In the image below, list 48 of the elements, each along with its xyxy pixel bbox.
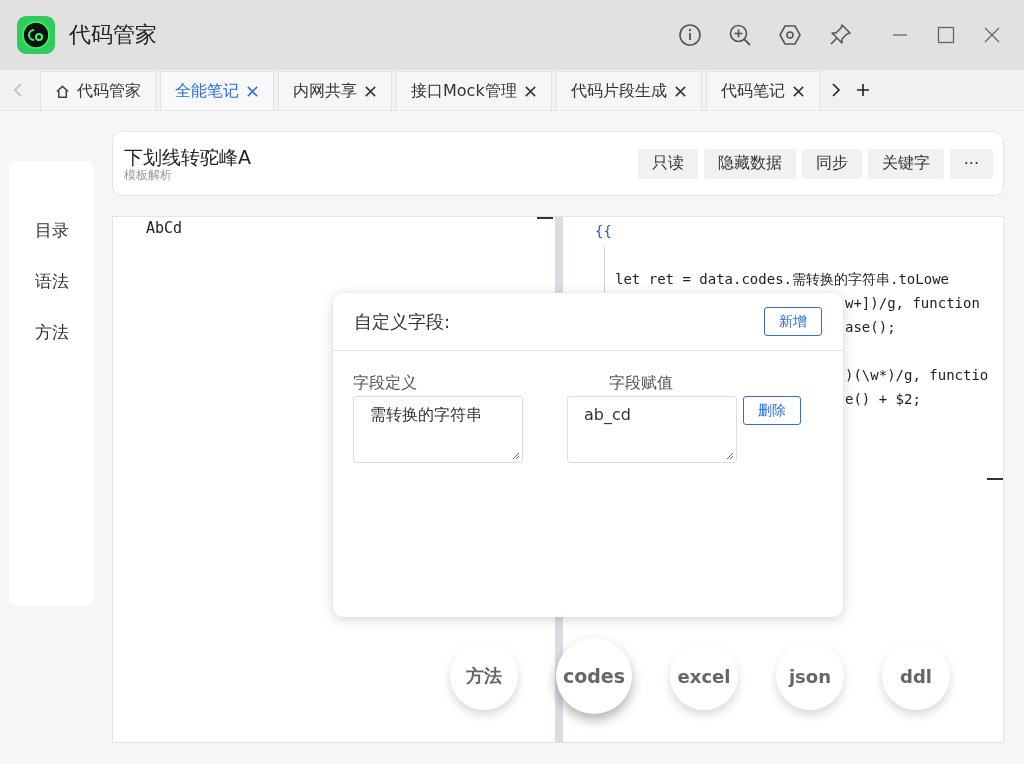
resize-grip-icon[interactable] bbox=[724, 450, 734, 460]
window-title: 代码管家 bbox=[69, 21, 157, 49]
code-line: let ret = data.codes.需转换的字符串.toLowe bbox=[615, 271, 949, 287]
resize-grip-icon[interactable] bbox=[510, 450, 520, 460]
tab[interactable]: 全能笔记 bbox=[160, 71, 274, 110]
code-line: {{ bbox=[595, 223, 612, 239]
scroll-marker bbox=[537, 217, 553, 219]
chevron-right-icon[interactable] bbox=[829, 82, 842, 98]
toolbar-button[interactable]: 隐藏数据 bbox=[703, 148, 796, 179]
field-label: 字段赋值 bbox=[608, 373, 674, 394]
settings-icon[interactable] bbox=[778, 23, 802, 47]
tab[interactable]: 内网共享 bbox=[278, 71, 392, 110]
sidebar-item[interactable]: 方法 bbox=[34, 321, 69, 344]
toolbar-button[interactable]: 关键字 bbox=[867, 148, 944, 179]
code-line: e() + $2; bbox=[845, 391, 921, 407]
note-subtitle: 模板解析 bbox=[124, 167, 173, 182]
code-line: AbCd bbox=[146, 219, 184, 237]
toolbar-button[interactable]: ··· bbox=[949, 148, 993, 179]
scroll-marker bbox=[987, 478, 1003, 480]
add-tab-icon[interactable] bbox=[855, 83, 870, 97]
sidebar-item[interactable]: 目录 bbox=[34, 219, 69, 242]
dialog-title: 自定义字段: bbox=[354, 309, 451, 334]
close-icon[interactable] bbox=[673, 84, 687, 98]
delete-button[interactable]: 删除 bbox=[743, 396, 801, 425]
tab[interactable]: 代码管家 bbox=[40, 71, 156, 110]
app-logo-icon bbox=[17, 16, 55, 54]
toolbar-button[interactable]: 同步 bbox=[801, 148, 862, 179]
close-icon[interactable] bbox=[791, 84, 805, 98]
code-line: )(\w*)/g, functio bbox=[845, 367, 989, 383]
text-area[interactable]: 需转换的字符串 bbox=[353, 396, 523, 463]
text-area[interactable]: ab_cd bbox=[567, 396, 737, 463]
code-line: ase(); bbox=[845, 319, 896, 335]
sidebar-item[interactable]: 语法 bbox=[34, 270, 69, 293]
close-icon[interactable] bbox=[364, 84, 377, 98]
tab[interactable]: 代码笔记 bbox=[705, 71, 820, 110]
tab[interactable]: 接口Mock管理 bbox=[396, 71, 552, 110]
maximize-icon[interactable] bbox=[936, 25, 956, 45]
home-icon bbox=[55, 83, 70, 99]
add-button[interactable]: 新增 bbox=[764, 307, 822, 336]
tab[interactable]: 代码片段生成 bbox=[555, 71, 702, 110]
info-icon[interactable] bbox=[678, 23, 702, 47]
pin-icon[interactable] bbox=[828, 23, 852, 47]
note-title: 下划线转驼峰A bbox=[124, 145, 251, 168]
field-label: 字段定义 bbox=[353, 373, 418, 394]
toolbar-button[interactable]: 只读 bbox=[637, 148, 698, 179]
zoom-in-icon[interactable] bbox=[728, 23, 752, 47]
code-line: w+])/g, function bbox=[845, 295, 980, 311]
close-icon[interactable] bbox=[523, 84, 537, 98]
